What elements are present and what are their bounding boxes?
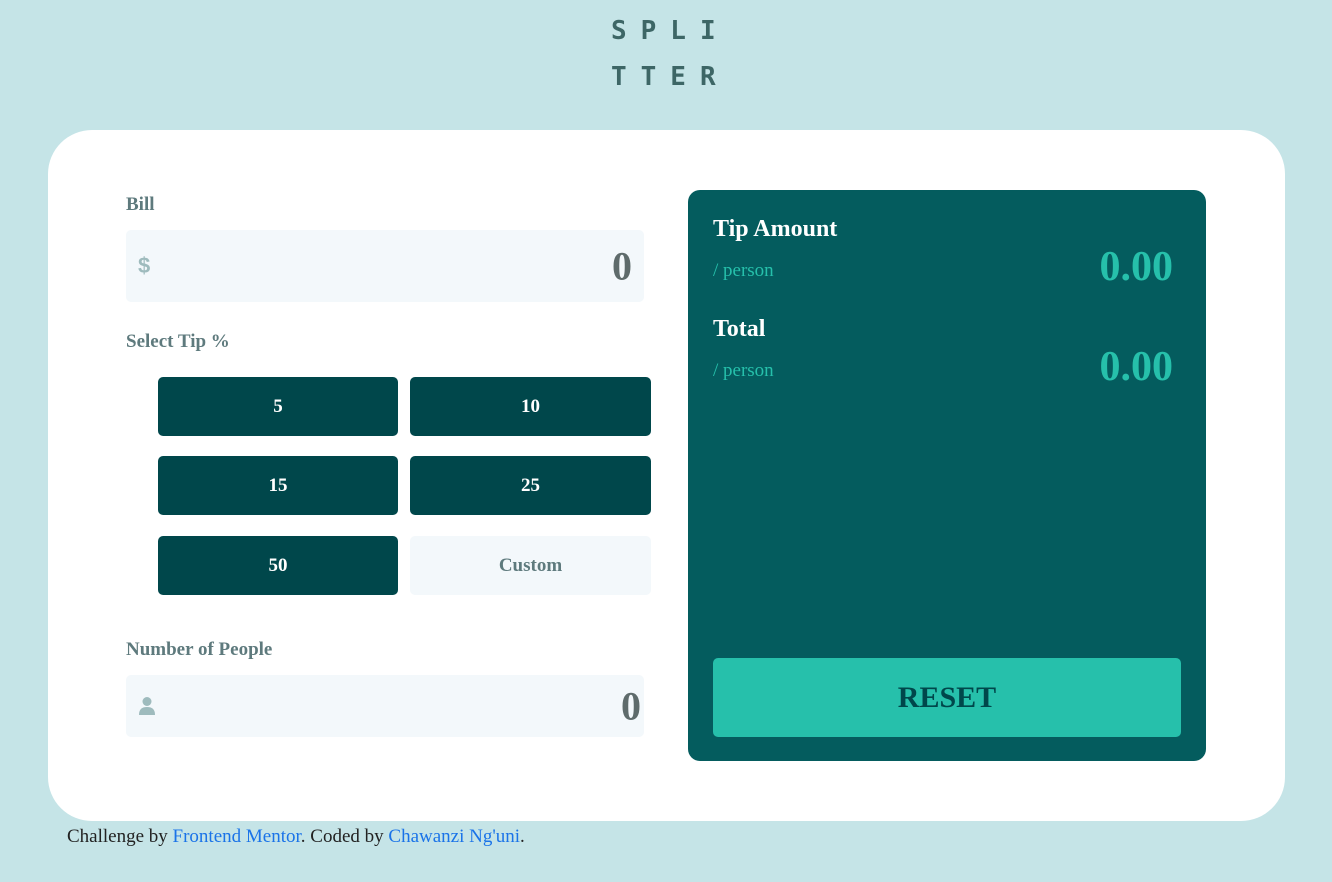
- footer-middle: . Coded by: [300, 826, 389, 847]
- footer-prefix: Challenge by: [67, 826, 173, 847]
- total-per-person: / person: [713, 360, 774, 381]
- calculator-card: Bill $ 0 Select Tip % 5 10 15 25 50 Cust…: [48, 130, 1285, 821]
- result-panel: Tip Amount / person 0.00 Total / person …: [688, 190, 1206, 761]
- people-label: Number of People: [126, 639, 273, 660]
- tip-amount-title: Tip Amount: [713, 216, 838, 242]
- logo-line-2: TTER: [611, 62, 730, 92]
- tip-button-25[interactable]: 25: [410, 456, 651, 515]
- tip-button-10[interactable]: 10: [410, 377, 651, 436]
- logo-line-1: SPLI: [611, 16, 730, 46]
- frontend-mentor-link[interactable]: Frontend Mentor: [173, 826, 301, 847]
- people-input[interactable]: 0: [126, 675, 644, 737]
- bill-value: 0: [612, 243, 632, 289]
- total-value: 0.00: [1099, 344, 1174, 390]
- dollar-icon: $: [138, 253, 151, 278]
- tip-label: Select Tip %: [126, 331, 230, 352]
- app-logo: SPLI TTER: [611, 8, 731, 100]
- total-title: Total: [713, 316, 766, 342]
- people-value: 0: [621, 683, 641, 729]
- footer-suffix: .: [520, 826, 525, 847]
- tip-button-5[interactable]: 5: [158, 377, 398, 436]
- bill-label: Bill: [126, 194, 155, 215]
- tip-custom-input[interactable]: Custom: [410, 536, 651, 595]
- person-icon: [138, 696, 156, 716]
- tip-amount-per-person: / person: [713, 260, 774, 281]
- attribution-footer: Challenge by Frontend Mentor. Coded by C…: [67, 826, 525, 848]
- tip-button-15[interactable]: 15: [158, 456, 398, 515]
- tip-amount-value: 0.00: [1099, 244, 1174, 290]
- author-link[interactable]: Chawanzi Ng'uni: [388, 826, 520, 847]
- reset-button[interactable]: RESET: [713, 658, 1181, 737]
- tip-button-50[interactable]: 50: [158, 536, 398, 595]
- bill-input[interactable]: $ 0: [126, 230, 644, 302]
